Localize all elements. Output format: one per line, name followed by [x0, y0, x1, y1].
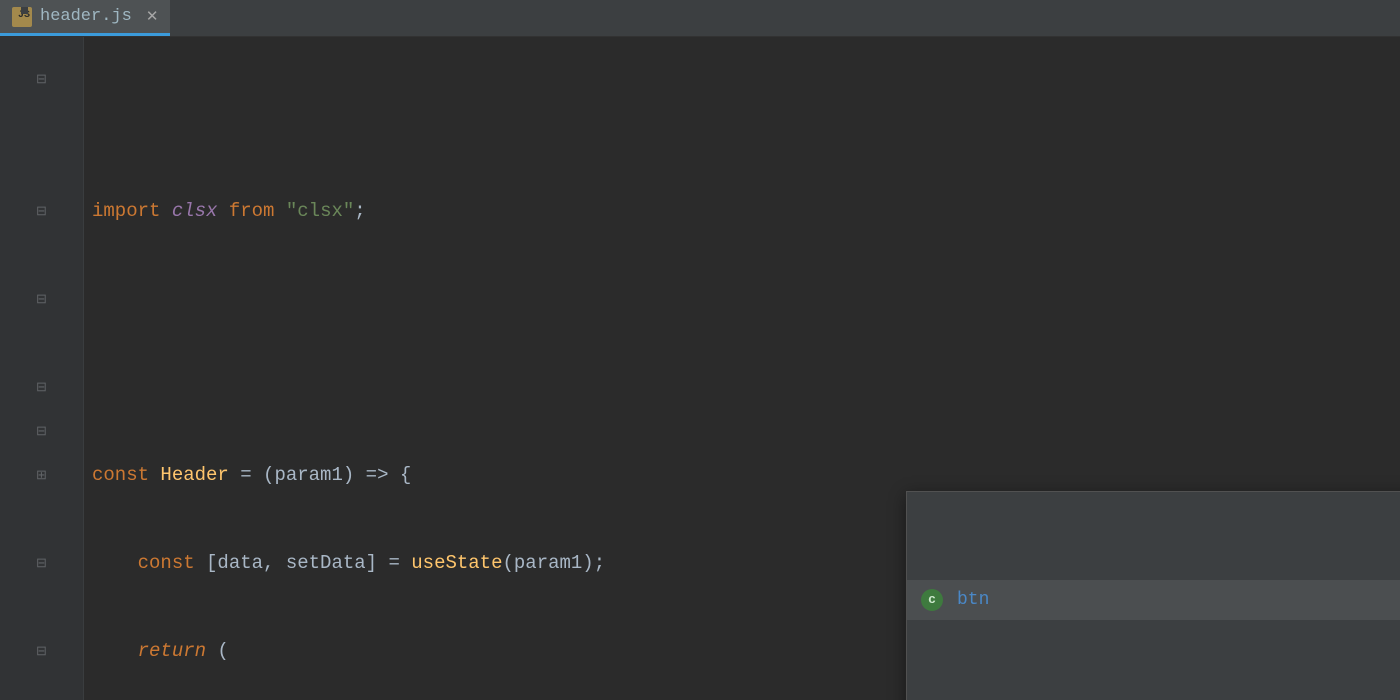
js-file-icon: JS [12, 7, 32, 27]
tab-filename: header.js [40, 7, 132, 26]
tab-bar: JS header.js ✕ [0, 0, 1400, 37]
file-tab[interactable]: JS header.js ✕ [0, 0, 170, 36]
gutter: ⊟ ⊟ ⊟ ⊟ ⊟ ⊞ ⊟ ⊟ ⊟ [0, 37, 84, 700]
gutter-blank [0, 145, 83, 189]
fold-marker[interactable]: ⊟ [0, 409, 83, 453]
editor: ⊟ ⊟ ⊟ ⊟ ⊟ ⊞ ⊟ ⊟ ⊟ import clsx from "clsx… [0, 37, 1400, 700]
gutter-blank [0, 101, 83, 145]
completion-popup: c btn c btn-lg c btn- c btn-check Press … [906, 491, 1400, 700]
code-line[interactable]: const [data, setData] = useState(param1)… [92, 541, 742, 585]
completion-item[interactable]: c btn [907, 580, 1400, 620]
fold-marker[interactable]: ⊟ [0, 57, 83, 101]
code-line[interactable] [92, 277, 742, 321]
gutter-blank [0, 233, 83, 277]
code-line[interactable]: import clsx from "clsx"; [92, 189, 742, 233]
code-line[interactable]: return ( [92, 629, 742, 673]
kind-chip-icon: c [921, 589, 943, 611]
gutter-blank [0, 321, 83, 365]
close-tab-icon[interactable]: ✕ [146, 7, 159, 26]
code-line[interactable] [92, 365, 742, 409]
gutter-blank [0, 673, 83, 700]
fold-marker[interactable]: ⊟ [0, 541, 83, 585]
code-line[interactable]: const Header = (param1) => { [92, 453, 742, 497]
fold-marker[interactable]: ⊟ [0, 277, 83, 321]
gutter-blank [0, 497, 83, 541]
fold-marker[interactable]: ⊞ [0, 453, 83, 497]
fold-marker[interactable]: ⊟ [0, 189, 83, 233]
fold-marker[interactable]: ⊟ [0, 629, 83, 673]
fold-marker[interactable]: ⊟ [0, 365, 83, 409]
gutter-blank [0, 585, 83, 629]
code-area[interactable]: import clsx from "clsx"; const Header = … [84, 37, 742, 700]
